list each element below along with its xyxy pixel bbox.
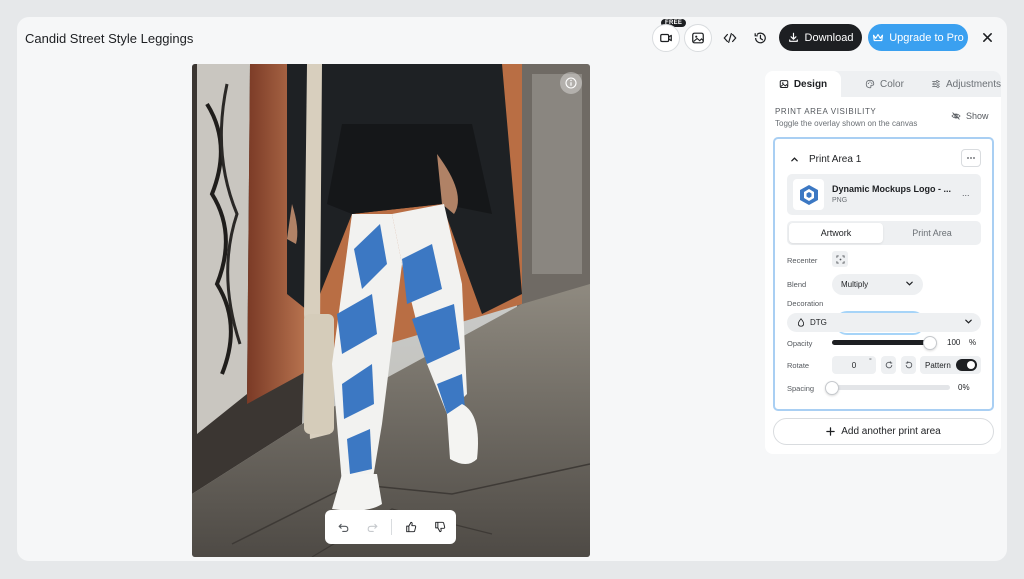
artwork-printarea-switch: Artwork Print Area <box>787 221 981 245</box>
print-area-name: Print Area 1 <box>809 154 862 165</box>
history-button[interactable] <box>746 24 774 52</box>
history-icon <box>754 32 766 44</box>
thumbs-down-button[interactable] <box>425 510 454 544</box>
decoration-select[interactable]: DTG <box>787 313 981 332</box>
print-area-card: Print Area 1 Dynamic Mockups Logo - ... … <box>773 137 994 411</box>
decoration-label: Decoration <box>787 299 824 308</box>
blend-label: Blend <box>787 280 807 289</box>
close-button[interactable] <box>975 25 999 49</box>
image-icon <box>692 32 704 44</box>
segment-print-area[interactable]: Print Area <box>885 223 979 243</box>
show-label: Show <box>966 111 989 121</box>
image-export-button[interactable] <box>684 24 712 52</box>
chevron-up-icon <box>791 157 798 162</box>
tab-adjustments[interactable]: Adjustments <box>931 71 1001 97</box>
undo-button[interactable] <box>329 510 358 544</box>
tab-design-label: Design <box>793 78 828 90</box>
artwork-thumbnail <box>793 179 824 210</box>
add-print-area-button[interactable]: Add another print area <box>773 418 994 445</box>
artwork-file-menu[interactable]: ... <box>962 188 970 198</box>
artwork-file[interactable]: Dynamic Mockups Logo - ... PNG ... <box>787 174 981 215</box>
toolbar-divider <box>391 519 392 535</box>
redo-icon <box>367 523 378 532</box>
visibility-subtitle: Toggle the overlay shown on the canvas <box>775 119 918 128</box>
opacity-slider-fill <box>832 340 930 345</box>
thumbs-up-button[interactable] <box>396 510 425 544</box>
download-button[interactable]: Download <box>779 24 862 51</box>
opacity-slider-track[interactable] <box>832 340 930 345</box>
undo-icon <box>338 523 349 532</box>
ink-drop-icon <box>797 318 805 327</box>
chevron-down-icon <box>965 319 972 324</box>
recenter-icon <box>835 254 845 264</box>
rotate-clockwise-button[interactable] <box>881 356 896 374</box>
plus-icon <box>826 427 835 436</box>
blend-select[interactable]: Multiply <box>832 274 923 295</box>
spacing-slider-thumb[interactable] <box>825 381 839 395</box>
mockup-editor-modal: Candid Street Style Leggings FREE Downlo… <box>17 17 1007 561</box>
segment-artwork[interactable]: Artwork <box>789 223 883 243</box>
artwork-file-name: Dynamic Mockups Logo - ... <box>832 184 952 194</box>
more-horizontal-icon <box>967 157 975 159</box>
editor-panel: Design Color Adjustments PRINT AREA VISI… <box>765 71 1001 454</box>
redo-button[interactable] <box>358 510 387 544</box>
opacity-unit: % <box>969 338 977 347</box>
spacing-value: 0% <box>958 383 970 392</box>
add-print-area-label: Add another print area <box>841 426 941 437</box>
tab-color[interactable]: Color <box>865 71 904 97</box>
tab-color-label: Color <box>880 78 904 90</box>
panel-tabs: Design Color Adjustments <box>765 71 1001 97</box>
eye-off-icon <box>951 112 961 120</box>
rotate-counterclockwise-button[interactable] <box>901 356 916 374</box>
embed-code-button[interactable] <box>716 24 744 52</box>
rotate-cw-icon <box>885 361 892 369</box>
pattern-toggle-group: Pattern <box>920 356 981 374</box>
thumbs-up-icon <box>405 521 416 533</box>
image-icon <box>779 80 789 88</box>
chevron-down-icon <box>906 281 913 286</box>
thumbs-down-icon <box>434 521 445 533</box>
info-icon <box>565 77 577 89</box>
video-icon <box>660 33 672 43</box>
recenter-label: Recenter <box>787 256 818 265</box>
show-overlay-toggle[interactable]: Show <box>951 111 989 121</box>
info-button[interactable] <box>560 72 582 94</box>
upgrade-button[interactable]: Upgrade to Pro <box>868 24 968 51</box>
rotate-unit: ° <box>869 358 872 365</box>
mockup-canvas[interactable] <box>192 64 590 557</box>
close-icon <box>982 32 992 42</box>
pattern-label: Pattern <box>925 360 951 370</box>
visibility-title: PRINT AREA VISIBILITY <box>775 107 877 116</box>
download-label: Download <box>804 31 854 44</box>
feedback-toolbar <box>325 510 456 544</box>
code-icon <box>723 33 737 43</box>
crown-icon <box>873 33 884 42</box>
header-bar: Candid Street Style Leggings FREE Downlo… <box>17 17 1007 59</box>
rotate-ccw-icon <box>905 361 912 369</box>
recenter-button[interactable] <box>832 251 848 267</box>
decoration-value: DTG <box>810 318 827 327</box>
tab-adjustments-label: Adjustments <box>946 78 1002 90</box>
pattern-toggle[interactable] <box>956 359 977 371</box>
artwork-file-type: PNG <box>832 197 848 204</box>
sliders-icon <box>932 80 940 88</box>
blend-value: Multiply <box>841 280 869 289</box>
print-area-menu-button[interactable] <box>961 149 981 167</box>
rotate-label: Rotate <box>787 361 810 370</box>
opacity-value[interactable]: 100 <box>947 338 960 347</box>
video-button[interactable] <box>652 24 680 52</box>
page-title: Candid Street Style Leggings <box>25 31 194 46</box>
palette-icon <box>865 79 875 89</box>
mockup-photo <box>192 64 590 557</box>
opacity-slider-thumb[interactable] <box>923 336 937 350</box>
opacity-label: Opacity <box>787 339 813 348</box>
spacing-label: Spacing <box>787 384 815 393</box>
download-icon <box>788 32 798 42</box>
print-area-header[interactable]: Print Area 1 <box>790 154 861 165</box>
tab-design[interactable]: Design <box>765 71 841 97</box>
upgrade-label: Upgrade to Pro <box>889 31 964 44</box>
spacing-slider-track[interactable] <box>832 385 950 390</box>
logo-thumbnail-icon <box>799 184 818 205</box>
